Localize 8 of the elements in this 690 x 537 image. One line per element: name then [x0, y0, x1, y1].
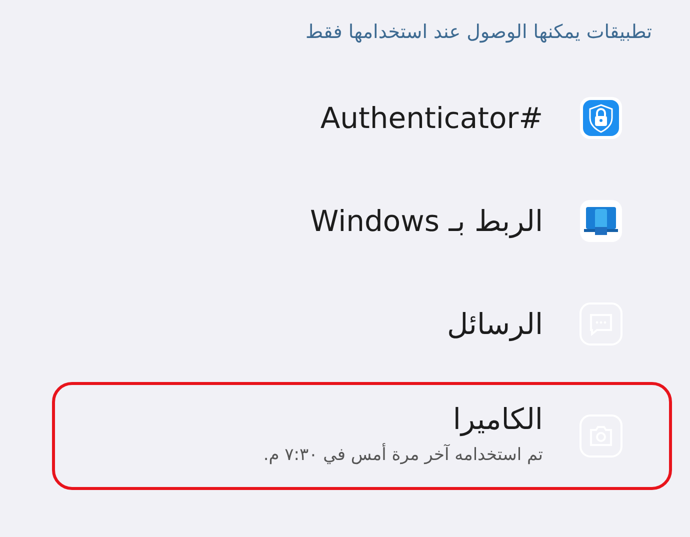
section-header: تطبيقات يمكنها الوصول عند استخدامها فقط — [304, 20, 653, 45]
last-used-text: تم استخدامه آخر مرة أمس في ٧:٣٠ م. — [263, 443, 543, 468]
app-name[interactable]: الربط بـ Windows — [310, 204, 543, 238]
app-name[interactable]: الرسائل — [446, 306, 543, 342]
app-name[interactable]: الكاميرا — [263, 402, 543, 438]
app-name[interactable]: #Authenticator — [320, 100, 543, 136]
laptop-phone-icon — [579, 199, 623, 243]
shield-lock-icon — [579, 96, 623, 140]
